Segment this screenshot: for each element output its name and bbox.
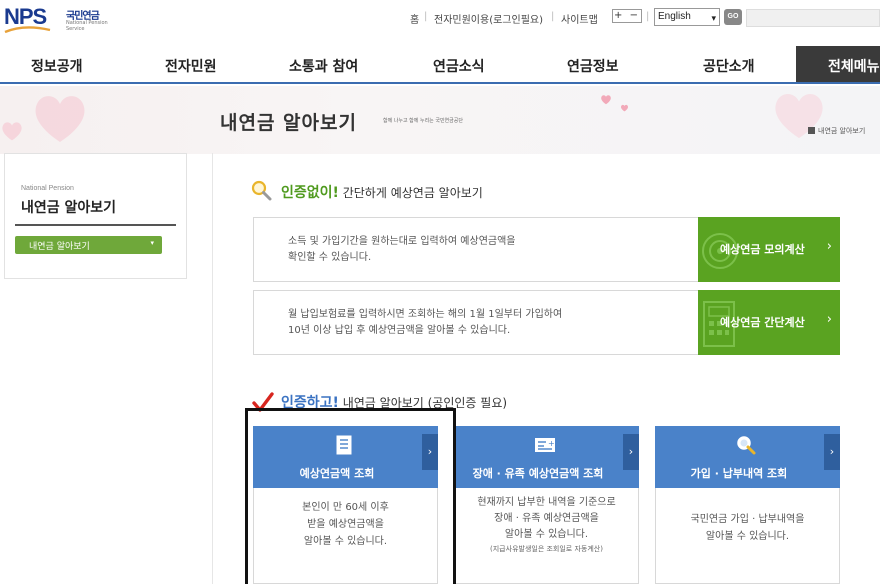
card-description-line: 알아볼 수 있습니다. (504, 529, 589, 540)
sidebar-menu-label: 내연금 알아보기 (29, 242, 90, 252)
svg-text:+: + (548, 439, 555, 448)
id-card-icon: + (535, 438, 555, 452)
nav-item-about[interactable]: 공단소개 (703, 56, 755, 76)
all-menu-label: 전체메뉴 (828, 59, 880, 75)
home-icon (808, 127, 815, 134)
card-note: (지급사유발생일은 조회일로 자동계산) (490, 545, 603, 553)
language-select[interactable]: English ▾ (654, 8, 720, 26)
page-title: 내연금 알아보기 (220, 112, 357, 134)
sidebar-english-label: National Pension (21, 185, 74, 192)
breadcrumb-current[interactable]: 내연금 알아보기 (818, 127, 865, 135)
estimate-description-line: 월 납입보험료를 입력하시면 조회하는 해의 1월 1일부터 가입하여 (288, 309, 563, 320)
no-auth-emphasis: 인증없이! (281, 185, 339, 201)
pension-quick-calc-label: 예상연금 간단계산 (720, 316, 805, 329)
top-utility-bar: NPS 국민연금 National Pension Service 홈 | 전자… (0, 0, 880, 38)
card-title: 가입 · 납부내역 조회 (690, 467, 788, 480)
logo-swoosh-icon (4, 26, 51, 34)
main-navigation: 정보공개 전자민원 소통과 참여 연금소식 연금정보 공단소개 전체메뉴 (0, 46, 880, 84)
card-description-line: 국민연금 가입 · 납부내역을 (690, 514, 805, 525)
page-title-banner: 내연금 알아보기 함께 나누고 함께 누리는 국민연금공단 내연금 알아보기 (0, 86, 880, 154)
card-description-line: 장애 · 유족 예상연금액을 (494, 513, 599, 524)
magnifier-icon (251, 180, 272, 201)
font-size-controls[interactable]: + − (612, 9, 642, 23)
util-separator: | (551, 11, 555, 22)
nav-item-pension-info[interactable]: 연금정보 (567, 56, 619, 76)
util-link-home[interactable]: 홈 (410, 11, 419, 26)
sidebar-menu-button[interactable]: 내연금 알아보기 ▾ (15, 236, 162, 254)
selection-highlight (245, 408, 456, 584)
card-title: 장애 · 유족 예상연금액 조회 (472, 467, 604, 480)
sidebar-title: 내연금 알아보기 (21, 200, 117, 216)
content-divider (212, 153, 213, 584)
card-description: 국민연금 가입 · 납부내역을 알아볼 수 있습니다. (656, 511, 839, 545)
estimate-box-quick-calc: 월 납입보험료를 입력하시면 조회하는 해의 1월 1일부터 가입하여 10년 … (253, 290, 840, 355)
pension-simulation-label: 예상연금 모의계산 (720, 243, 805, 256)
all-menu-button[interactable]: 전체메뉴 (796, 46, 880, 82)
estimate-description: 월 납입보험료를 입력하시면 조회하는 해의 1월 1일부터 가입하여 10년 … (288, 307, 688, 339)
breadcrumb: 내연금 알아보기 (808, 126, 865, 136)
estimate-description-line: 10년 이상 납입 후 예상연금액을 알아볼 수 있습니다. (288, 325, 511, 336)
heart-decoration-icon (621, 104, 628, 112)
card-description: 현재까지 납부한 내역을 기준으로 장애 · 유족 예상연금액을 알아볼 수 있… (455, 495, 638, 555)
chevron-right-icon[interactable]: › (824, 434, 840, 470)
logo-english: National Pension Service (66, 20, 108, 32)
page-slogan: 함께 나누고 함께 누리는 국민연금공단 (383, 118, 463, 124)
card-header: + 장애 · 유족 예상연금액 조회 › (454, 426, 639, 488)
estimate-description: 소득 및 가입기간을 원하는대로 입력하여 예상연금액을 확인할 수 있습니다. (288, 234, 688, 266)
left-sidebar: National Pension 내연금 알아보기 내연금 알아보기 ▾ (4, 153, 187, 279)
card-header: 가입 · 납부내역 조회 › (655, 426, 840, 488)
card-enrollment-payment[interactable]: 가입 · 납부내역 조회 › 국민연금 가입 · 납부내역을 알아볼 수 있습니… (655, 426, 840, 584)
util-separator: | (424, 11, 428, 22)
util-link-sitemap[interactable]: 사이트맵 (561, 11, 598, 26)
heart-decoration-icon (35, 96, 85, 142)
no-auth-heading-text: 간단하게 예상연금 알아보기 (338, 186, 483, 200)
nav-item-info-disclosure[interactable]: 정보공개 (31, 56, 83, 76)
util-separator: | (646, 11, 650, 22)
nav-item-communication[interactable]: 소통과 참여 (289, 56, 358, 76)
pension-quick-calc-button[interactable]: 예상연금 간단계산 › (698, 290, 840, 355)
magnifier-icon (737, 436, 756, 455)
chevron-right-icon[interactable]: › (623, 434, 639, 470)
estimate-box-simulation: 소득 및 가입기간을 원하는대로 입력하여 예상연금액을 확인할 수 있습니다.… (253, 217, 840, 282)
chevron-right-icon: › (826, 239, 832, 254)
language-go-button[interactable]: GO (724, 9, 742, 25)
chevron-right-icon: › (826, 312, 832, 327)
card-disability-survivor[interactable]: + 장애 · 유족 예상연금액 조회 › 현재까지 납부한 내역을 기준으로 장… (454, 426, 639, 584)
estimate-description-line: 확인할 수 있습니다. (288, 252, 372, 263)
nav-item-pension-news[interactable]: 연금소식 (433, 56, 485, 76)
top-search-area[interactable] (746, 9, 880, 27)
estimate-description-line: 소득 및 가입기간을 원하는대로 입력하여 예상연금액을 (288, 236, 516, 247)
nps-logo[interactable]: NPS 국민연금 National Pension Service (4, 4, 116, 34)
heart-decoration-icon (601, 95, 611, 105)
card-description-line: 현재까지 납부한 내역을 기준으로 (477, 497, 616, 508)
nav-item-e-petition[interactable]: 전자민원 (165, 56, 217, 76)
sidebar-divider (15, 224, 176, 226)
chevron-down-icon: ▾ (150, 239, 154, 247)
pension-simulation-button[interactable]: 예상연금 모의계산 › (698, 217, 840, 282)
language-selected: English (658, 11, 691, 22)
chevron-down-icon: ▾ (711, 13, 716, 23)
heart-decoration-icon (2, 122, 22, 141)
card-description-line: 알아볼 수 있습니다. (705, 531, 790, 542)
util-link-e-petition[interactable]: 전자민원이용(로그인필요) (434, 11, 543, 26)
